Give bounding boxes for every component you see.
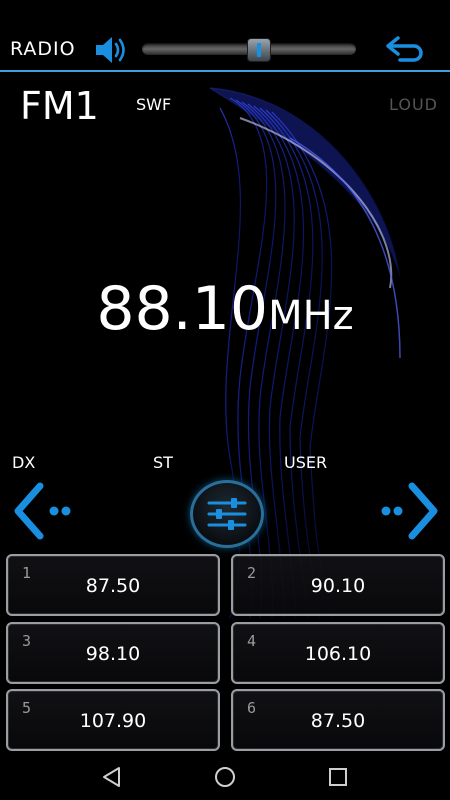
user-indicator[interactable]: USER — [284, 453, 327, 472]
top-bar: RADIO — [0, 0, 450, 72]
preset-button-4[interactable]: 4 106.10 — [231, 622, 445, 684]
preset-frequency: 106.10 — [304, 643, 372, 665]
nav-home-icon[interactable] — [213, 765, 237, 789]
app-title: RADIO — [10, 38, 76, 60]
frequency-value: 88.10 — [96, 274, 269, 344]
back-arrow-icon[interactable] — [384, 34, 424, 64]
preset-button-6[interactable]: 6 87.50 — [231, 689, 445, 751]
preset-frequency: 87.50 — [85, 575, 141, 597]
preset-frequency: 98.10 — [85, 643, 141, 665]
dx-indicator[interactable]: DX — [12, 453, 35, 472]
preset-frequency: 107.90 — [79, 710, 147, 732]
preset-button-3[interactable]: 3 98.10 — [6, 622, 220, 684]
seek-right-icon[interactable] — [372, 476, 442, 546]
system-nav-bar — [0, 752, 450, 800]
preset-button-2[interactable]: 2 90.10 — [231, 554, 445, 616]
volume-slider[interactable] — [142, 38, 356, 62]
nav-recents-icon[interactable] — [326, 765, 350, 789]
equalizer-button[interactable] — [190, 480, 264, 548]
preset-button-1[interactable]: 1 87.50 — [6, 554, 220, 616]
equalizer-icon — [207, 498, 247, 530]
preset-button-5[interactable]: 5 107.90 — [6, 689, 220, 751]
loud-indicator[interactable]: LOUD — [389, 95, 438, 114]
seek-left-icon[interactable] — [10, 476, 80, 546]
header-divider — [0, 70, 450, 72]
volume-slider-thumb[interactable] — [246, 38, 271, 62]
frequency-unit: MHz — [268, 293, 354, 339]
preset-frequency: 87.50 — [310, 710, 366, 732]
swf-indicator: SWF — [136, 95, 172, 114]
preset-frequency: 90.10 — [310, 575, 366, 597]
frequency-display: 88.10MHz — [0, 274, 450, 344]
volume-icon[interactable] — [94, 34, 130, 66]
nav-back-icon[interactable] — [100, 765, 124, 789]
band-label[interactable]: FM1 — [20, 84, 99, 128]
st-indicator[interactable]: ST — [153, 453, 173, 472]
